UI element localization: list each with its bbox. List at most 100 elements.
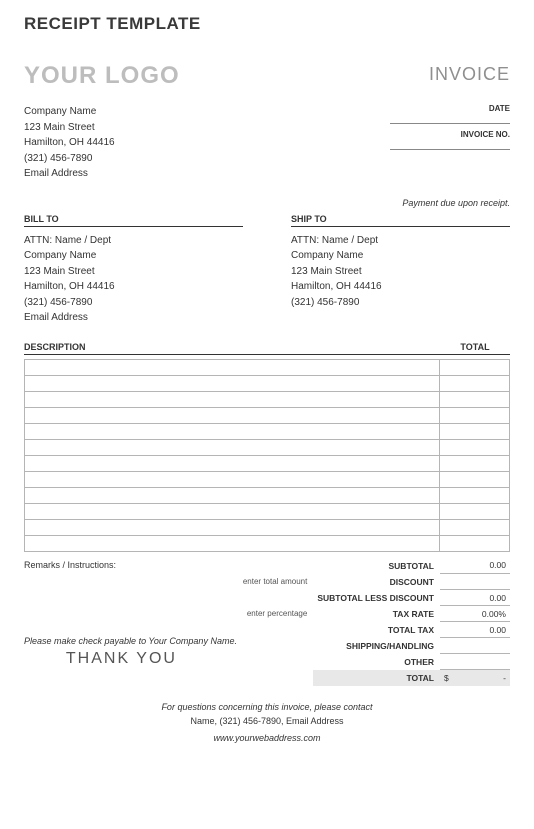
logo-placeholder: YOUR LOGO xyxy=(24,62,180,90)
row-other: OTHER xyxy=(239,654,510,670)
tax-rate-hint: enter percentage xyxy=(239,606,313,622)
row-tax-rate: enter percentage TAX RATE 0.00% xyxy=(239,606,510,622)
other-value[interactable] xyxy=(440,654,510,670)
description-header: DESCRIPTION xyxy=(24,342,440,352)
payment-due-note: Payment due upon receipt. xyxy=(24,198,510,208)
description-cell[interactable] xyxy=(25,359,440,375)
items-header-row: DESCRIPTION TOTAL xyxy=(24,342,510,355)
table-row xyxy=(25,519,510,535)
table-row xyxy=(25,471,510,487)
total-cell[interactable] xyxy=(440,375,510,391)
table-row xyxy=(25,487,510,503)
other-label: OTHER xyxy=(313,654,440,670)
ship-to-phone: (321) 456-7890 xyxy=(291,295,510,311)
description-cell[interactable] xyxy=(25,471,440,487)
company-street: 123 Main Street xyxy=(24,120,115,136)
bill-to-company: Company Name xyxy=(24,248,243,264)
bill-to-phone: (321) 456-7890 xyxy=(24,295,243,311)
company-name: Company Name xyxy=(24,104,115,120)
summary-table: SUBTOTAL 0.00 enter total amount DISCOUN… xyxy=(239,558,510,686)
items-table xyxy=(24,359,510,552)
subtotal-value: 0.00 xyxy=(440,558,510,574)
footer-web: www.yourwebaddress.com xyxy=(24,731,510,745)
tax-rate-label: TAX RATE xyxy=(313,606,440,622)
total-cell[interactable] xyxy=(440,503,510,519)
thank-you: THANK YOU xyxy=(4,650,239,668)
total-cell[interactable] xyxy=(440,439,510,455)
total-cell[interactable] xyxy=(440,455,510,471)
description-cell[interactable] xyxy=(25,519,440,535)
row-subtotal-less: SUBTOTAL LESS DISCOUNT 0.00 xyxy=(239,590,510,606)
total-cell[interactable] xyxy=(440,519,510,535)
total-cell[interactable] xyxy=(440,423,510,439)
description-cell[interactable] xyxy=(25,375,440,391)
total-cell[interactable] xyxy=(440,471,510,487)
company-email: Email Address xyxy=(24,166,115,182)
total-cell[interactable] xyxy=(440,487,510,503)
table-row xyxy=(25,439,510,455)
footer: For questions concerning this invoice, p… xyxy=(24,700,510,746)
ship-to-city: Hamilton, OH 44416 xyxy=(291,279,510,295)
table-row xyxy=(25,359,510,375)
subtotal-label: SUBTOTAL xyxy=(313,558,440,574)
description-cell[interactable] xyxy=(25,455,440,471)
total-value: $- xyxy=(440,670,510,686)
row-shipping: SHIPPING/HANDLING xyxy=(239,638,510,654)
description-cell[interactable] xyxy=(25,535,440,551)
total-tax-label: TOTAL TAX xyxy=(313,622,440,638)
discount-value[interactable] xyxy=(440,574,510,590)
tax-rate-value[interactable]: 0.00% xyxy=(440,606,510,622)
row-total-tax: TOTAL TAX 0.00 xyxy=(239,622,510,638)
invoice-no-field[interactable] xyxy=(390,140,510,150)
shipping-label: SHIPPING/HANDLING xyxy=(313,638,440,654)
description-cell[interactable] xyxy=(25,423,440,439)
company-block: Company Name 123 Main Street Hamilton, O… xyxy=(24,104,115,182)
bill-to-header: BILL TO xyxy=(24,214,243,227)
company-phone: (321) 456-7890 xyxy=(24,151,115,167)
bill-to-email: Email Address xyxy=(24,310,243,326)
description-cell[interactable] xyxy=(25,503,440,519)
footer-question: For questions concerning this invoice, p… xyxy=(24,700,510,714)
page-title: RECEIPT TEMPLATE xyxy=(24,14,510,34)
total-cell[interactable] xyxy=(440,391,510,407)
table-row xyxy=(25,535,510,551)
total-cell[interactable] xyxy=(440,535,510,551)
footer-contact: Name, (321) 456-7890, Email Address xyxy=(24,714,510,728)
description-cell[interactable] xyxy=(25,439,440,455)
total-cell[interactable] xyxy=(440,359,510,375)
address-row: BILL TO ATTN: Name / Dept Company Name 1… xyxy=(24,214,510,326)
discount-label: DISCOUNT xyxy=(313,574,440,590)
total-tax-value: 0.00 xyxy=(440,622,510,638)
row-subtotal: SUBTOTAL 0.00 xyxy=(239,558,510,574)
total-label: TOTAL xyxy=(313,670,440,686)
ship-to-company: Company Name xyxy=(291,248,510,264)
bill-to-city: Hamilton, OH 44416 xyxy=(24,279,243,295)
payable-note: Please make check payable to Your Compan… xyxy=(24,636,239,646)
date-field[interactable] xyxy=(390,114,510,124)
bill-to-block: BILL TO ATTN: Name / Dept Company Name 1… xyxy=(24,214,243,326)
ship-to-street: 123 Main Street xyxy=(291,264,510,280)
company-city: Hamilton, OH 44416 xyxy=(24,135,115,151)
bill-to-attn: ATTN: Name / Dept xyxy=(24,233,243,249)
description-cell[interactable] xyxy=(25,391,440,407)
table-row xyxy=(25,503,510,519)
remarks-label: Remarks / Instructions: xyxy=(24,560,239,570)
description-cell[interactable] xyxy=(25,407,440,423)
total-header: TOTAL xyxy=(440,342,510,352)
meta-block: DATE INVOICE NO. xyxy=(390,104,510,182)
invoice-heading: INVOICE xyxy=(429,64,510,85)
header-row: YOUR LOGO INVOICE xyxy=(24,62,510,90)
table-row xyxy=(25,407,510,423)
total-cell[interactable] xyxy=(440,407,510,423)
info-row: Company Name 123 Main Street Hamilton, O… xyxy=(24,104,510,182)
ship-to-attn: ATTN: Name / Dept xyxy=(291,233,510,249)
shipping-value[interactable] xyxy=(440,638,510,654)
row-total: TOTAL $- xyxy=(239,670,510,686)
description-cell[interactable] xyxy=(25,487,440,503)
table-row xyxy=(25,455,510,471)
table-row xyxy=(25,375,510,391)
subtotal-less-value: 0.00 xyxy=(440,590,510,606)
ship-to-header: SHIP TO xyxy=(291,214,510,227)
discount-hint: enter total amount xyxy=(239,574,313,590)
date-label: DATE xyxy=(390,104,510,114)
